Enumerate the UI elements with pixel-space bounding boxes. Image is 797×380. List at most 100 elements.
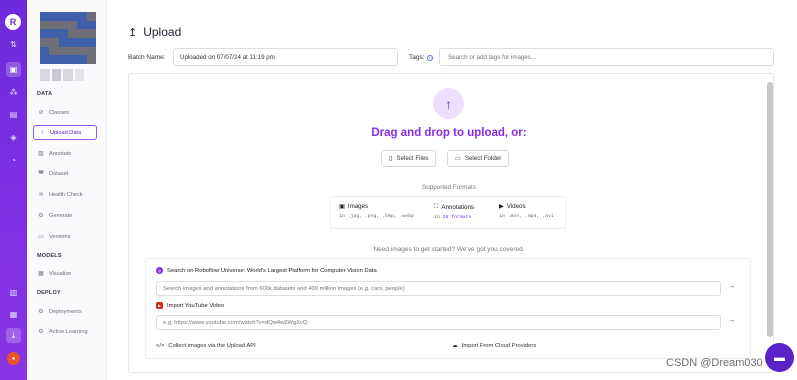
batch-name-label: Batch Name: <box>128 54 166 61</box>
sidebar-item-label: Annotate <box>49 150 72 157</box>
select-folder-label: Select Folder <box>464 155 502 162</box>
section-heading-data: DATA <box>37 91 53 97</box>
youtube-title: ▶ Import YouTube Video <box>156 302 224 309</box>
chat-icon[interactable]: ▬ <box>765 343 794 372</box>
page-title-text: Upload <box>143 25 182 39</box>
format-name: Videos <box>506 203 526 210</box>
annotate-icon: ▨ <box>38 151 44 157</box>
upload-dropzone[interactable]: ↑ Drag and drop to upload, or: ▯ Select … <box>128 73 774 373</box>
sort-icon[interactable]: ⇅ <box>6 37 21 52</box>
cloud-icon: ☁ <box>452 343 458 349</box>
sidebar-item-upload-data[interactable]: ↑ Upload Data <box>33 125 97 140</box>
sidebar-item-visualize[interactable]: ▦ Visualize <box>33 266 97 281</box>
format-prefix: in <box>434 215 443 220</box>
arrow-right-icon[interactable]: → <box>728 283 735 290</box>
upload-inbox-icon[interactable]: ▣ <box>6 62 21 77</box>
dataset-icon[interactable]: ⁂ <box>6 85 21 100</box>
sidebar-item-dataset[interactable]: ◚ Dataset <box>33 166 97 181</box>
app-rail: R ⇅ ▣ ⁂ ▤ ◈ ◔ ▥ ▦ ⤓ ● <box>0 0 27 380</box>
project-thumbnail[interactable] <box>40 12 96 64</box>
universe-search-input[interactable] <box>156 281 721 296</box>
sidebar-item-label: Versions <box>49 233 71 240</box>
select-folder-button[interactable]: ▭ Select Folder <box>447 150 510 167</box>
code-icon: </> <box>156 343 165 349</box>
sidebar-item-label: Visualize <box>49 270 72 277</box>
docs-icon[interactable]: ▥ <box>6 285 21 300</box>
upload-api-link[interactable]: </> Collect images via the Upload API <box>156 343 256 349</box>
sidebar-item-label: Deployments <box>49 308 82 315</box>
format-images: ▣ Images in .jpg, .png, .bmp, .webp <box>339 203 414 219</box>
format-name: Annotations <box>441 203 475 211</box>
format-name: Images <box>347 203 369 210</box>
sidebar-item-label: Upload Data <box>50 129 82 136</box>
visualize-icon: ▦ <box>38 271 44 277</box>
upload-api-label: Collect images via the Upload API <box>168 343 256 349</box>
user-avatar[interactable]: ● <box>7 352 20 365</box>
dataset-icon: ◚ <box>38 171 44 177</box>
tags-label-text: Tags: <box>409 54 425 61</box>
upload-icon: ↑ <box>40 129 44 136</box>
sidebar-item-label: Classes <box>49 109 69 116</box>
scrollbar[interactable] <box>767 82 773 337</box>
arrow-right-icon[interactable]: → <box>728 317 735 324</box>
section-heading-models: MODELS <box>37 253 62 259</box>
supported-formats-box: ▣ Images in .jpg, .png, .bmp, .webp ⛶ Anno… <box>330 196 566 229</box>
download-icon[interactable]: ⤓ <box>6 328 21 343</box>
deploy-icon[interactable]: ◈ <box>6 130 21 145</box>
sidebar-item-label: Health Check <box>49 191 83 198</box>
tag-icon: ⊘ <box>38 110 44 116</box>
sidebar-item-annotate[interactable]: ▨ Annotate <box>33 146 97 161</box>
annotation-icon: ⛶ <box>434 203 439 210</box>
sidebar-item-generate[interactable]: ⚙ Generate <box>33 208 97 223</box>
need-images-text: Need images to get started? We've got yo… <box>373 246 525 253</box>
watermark: CSDN @Dream030 <box>666 357 763 369</box>
health-icon: ≋ <box>38 192 44 198</box>
upload-arrow-icon: ↑ <box>433 88 464 119</box>
image-icon: ▣ <box>339 203 345 210</box>
project-sidebar: DATA ⊘ Classes ↑ Upload Data ▨ Annotate ◚ Da… <box>27 0 107 380</box>
section-heading-deploy: DEPLOY <box>37 290 61 296</box>
bell-icon[interactable]: ◔ <box>6 153 21 168</box>
cloud-import-link[interactable]: ☁ Import From Cloud Providers <box>452 343 536 349</box>
select-files-button[interactable]: ▯ Select Files <box>381 150 437 167</box>
upload-page: ↥ Upload Batch Name: Tags: ? ↑ Drag and … <box>107 0 797 380</box>
format-prefix: in <box>339 214 348 219</box>
youtube-icon: ▶ <box>156 302 163 309</box>
batch-name-input[interactable] <box>173 48 398 66</box>
file-icon: ▯ <box>389 155 393 162</box>
help-icon[interactable]: ? <box>426 54 433 61</box>
supported-formats-heading: Supported Formats <box>422 184 476 191</box>
youtube-url-input[interactable] <box>156 315 721 330</box>
format-annotations: ⛶ Annotations in 26 formats <box>434 203 474 220</box>
tags-label: Tags: ? <box>409 54 433 61</box>
chart-icon[interactable]: ▤ <box>6 107 21 122</box>
folder-icon: ▭ <box>455 155 461 162</box>
sidebar-item-versions[interactable]: ▭ Versions <box>33 229 97 244</box>
format-videos: ▶ Videos in .mov, .mp4, .avi <box>499 203 554 219</box>
cloud-import-label: Import From Cloud Providers <box>461 343 537 349</box>
settings-icon[interactable]: ▦ <box>6 307 21 322</box>
deployments-icon: ⚙ <box>38 309 44 315</box>
roboflow-logo-icon[interactable]: R <box>5 14 21 30</box>
active-learning-icon: ⚙ <box>38 329 44 335</box>
universe-icon: ◎ <box>156 267 163 274</box>
project-name-blurred <box>40 69 84 81</box>
versions-icon: ▭ <box>38 234 44 240</box>
universe-title-text: Search on Roboflow Universe: World's Lar… <box>167 267 377 274</box>
generate-icon: ⚙ <box>38 213 44 219</box>
format-detail: .mov, .mp4, .avi <box>507 214 554 219</box>
sidebar-item-deployments[interactable]: ⚙ Deployments <box>33 304 97 319</box>
annotation-formats-link[interactable]: 26 formats <box>443 215 472 220</box>
sidebar-item-health-check[interactable]: ≋ Health Check <box>33 187 97 202</box>
tags-input[interactable] <box>439 48 774 66</box>
dropzone-headline: Drag and drop to upload, or: <box>371 127 527 139</box>
format-detail: .jpg, .png, .bmp, .webp <box>347 214 414 219</box>
sidebar-item-active-learning[interactable]: ⚙ Active Learning <box>33 324 97 339</box>
format-prefix: in <box>499 214 508 219</box>
page-title: ↥ Upload <box>128 25 181 39</box>
sidebar-item-label: Generate <box>49 212 73 219</box>
sidebar-item-label: Dataset <box>49 170 69 177</box>
video-icon: ▶ <box>499 203 504 210</box>
sidebar-item-classes[interactable]: ⊘ Classes <box>33 105 97 120</box>
universe-title: ◎ Search on Roboflow Universe: World's L… <box>156 267 377 274</box>
